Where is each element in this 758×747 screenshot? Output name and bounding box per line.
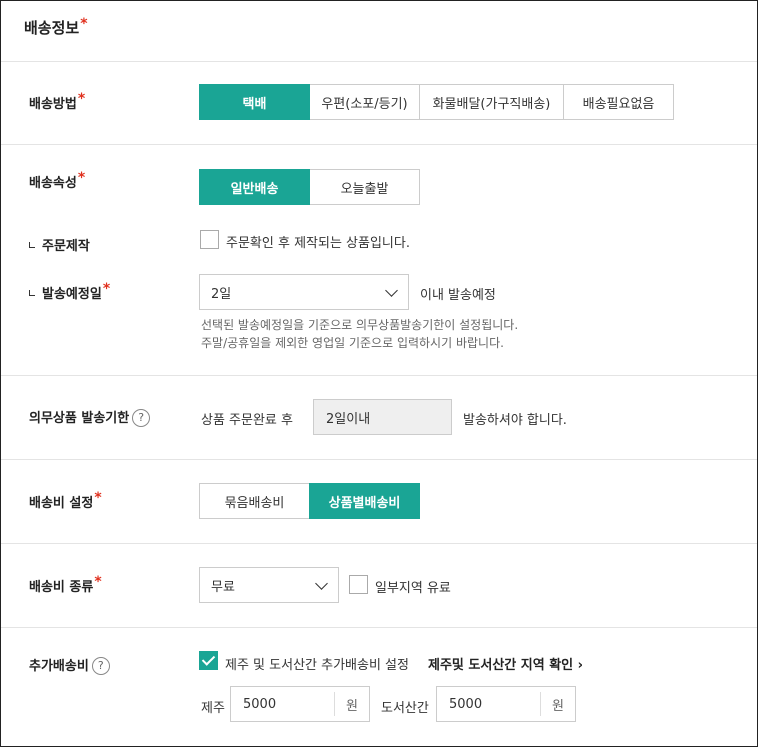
jeju-fee-input[interactable]: 5000 원: [230, 686, 370, 722]
mandatory-deadline-label-text: 의무상품 발송기한: [29, 411, 130, 426]
dispatch-date-label: 발송예정일*: [29, 281, 111, 302]
custom-order-label-text: 주문제작: [42, 239, 90, 254]
shipping-type-option-today[interactable]: 오늘출발: [309, 169, 420, 205]
shipping-type-label-text: 배송속성: [29, 176, 77, 191]
shipping-type-label: 배송속성*: [29, 170, 86, 191]
dispatch-date-label-text: 발송예정일: [42, 287, 102, 302]
island-fee-unit: 원: [552, 698, 564, 714]
required-mark: *: [94, 574, 102, 590]
region-check-link[interactable]: 제주및 도서산간 지역 확인 ›: [428, 654, 583, 673]
help-icon[interactable]: ?: [91, 656, 110, 675]
dispatch-date-select[interactable]: 2일: [199, 274, 409, 310]
mandatory-deadline-value: 2일이내: [313, 399, 452, 435]
custom-order-checkbox-label: 주문확인 후 제작되는 상품입니다.: [226, 236, 410, 251]
shipping-fee-type-selected-value: 무료: [211, 579, 235, 595]
sub-item-corner-icon: [29, 242, 35, 248]
help-icon[interactable]: ?: [132, 408, 151, 427]
shipping-fee-option-bundle[interactable]: 묶음배송비: [199, 483, 310, 519]
shipping-method-label: 배송방법*: [29, 91, 86, 112]
jeju-label: 제주: [201, 701, 225, 716]
chevron-down-icon: [385, 284, 398, 297]
chevron-right-icon: ›: [577, 658, 584, 673]
shipping-fee-type-select[interactable]: 무료: [199, 567, 339, 603]
partial-region-paid-label: 일부지역 유료: [375, 581, 451, 596]
mandatory-deadline-label: 의무상품 발송기한?: [29, 407, 151, 428]
extra-fee-checkbox-label: 제주 및 도서산간 추가배송비 설정: [225, 658, 409, 673]
divider: [1, 61, 757, 62]
required-mark: *: [77, 170, 86, 186]
section-title-text: 배송정보: [24, 19, 80, 37]
dispatch-date-selected-value: 2일: [211, 286, 232, 302]
sub-item-corner-icon: [29, 290, 35, 296]
extra-fee-label: 추가배송비?: [29, 655, 110, 676]
dispatch-date-help-line1: 선택된 발송예정일을 기준으로 의무상품발송기한이 설정됩니다.: [201, 318, 519, 332]
jeju-fee-value: 5000: [243, 696, 277, 712]
custom-order-label: 주문제작: [29, 235, 90, 254]
extra-fee-checkbox[interactable]: [199, 651, 218, 670]
region-check-link-text: 제주및 도서산간 지역 확인: [428, 658, 574, 673]
island-label: 도서산간: [381, 701, 429, 716]
shipping-fee-type-label: 배송비 종류*: [29, 574, 102, 595]
chevron-down-icon: [315, 577, 328, 590]
divider: [1, 627, 757, 628]
required-mark: *: [102, 281, 111, 297]
island-fee-value: 5000: [449, 696, 483, 712]
divider: [1, 144, 757, 145]
shipping-method-option-post[interactable]: 우편(소포/등기): [309, 84, 420, 120]
shipping-fee-setting-label-text: 배송비 설정: [29, 496, 94, 511]
shipping-type-option-normal[interactable]: 일반배송: [199, 169, 310, 205]
partial-region-paid-checkbox[interactable]: [349, 575, 368, 594]
required-mark: *: [94, 490, 102, 506]
mandatory-deadline-prefix: 상품 주문완료 후: [201, 413, 293, 428]
mandatory-deadline-suffix: 발송하셔야 합니다.: [463, 413, 567, 428]
extra-fee-label-text: 추가배송비: [29, 659, 89, 674]
shipping-method-option-freight[interactable]: 화물배달(가구직배송): [419, 84, 564, 120]
dispatch-date-suffix: 이내 발송예정: [420, 288, 496, 303]
shipping-method-option-parcel[interactable]: 택배: [199, 84, 310, 120]
shipping-fee-setting-selector: 묶음배송비 상품별배송비: [199, 483, 420, 519]
jeju-fee-unit: 원: [346, 698, 358, 714]
shipping-method-label-text: 배송방법: [29, 97, 77, 112]
custom-order-checkbox[interactable]: [200, 230, 219, 249]
shipping-info-panel: 배송정보* 배송방법* 택배 우편(소포/등기) 화물배달(가구직배송) 배송필…: [0, 0, 758, 747]
shipping-fee-option-per-item[interactable]: 상품별배송비: [309, 483, 420, 519]
dispatch-date-help-line2: 주말/공휴일을 제외한 영업일 기준으로 입력하시기 바랍니다.: [201, 336, 504, 350]
divider: [1, 459, 757, 460]
shipping-type-selector: 일반배송 오늘출발: [199, 169, 420, 205]
divider: [1, 375, 757, 376]
shipping-fee-type-label-text: 배송비 종류: [29, 580, 94, 595]
island-fee-input[interactable]: 5000 원: [436, 686, 576, 722]
required-mark: *: [77, 91, 86, 107]
required-mark: *: [80, 16, 88, 32]
shipping-method-option-none[interactable]: 배송필요없음: [563, 84, 674, 120]
shipping-fee-setting-label: 배송비 설정*: [29, 490, 102, 511]
shipping-method-selector: 택배 우편(소포/등기) 화물배달(가구직배송) 배송필요없음: [199, 84, 674, 120]
divider: [1, 543, 757, 544]
section-title: 배송정보*: [24, 16, 88, 38]
